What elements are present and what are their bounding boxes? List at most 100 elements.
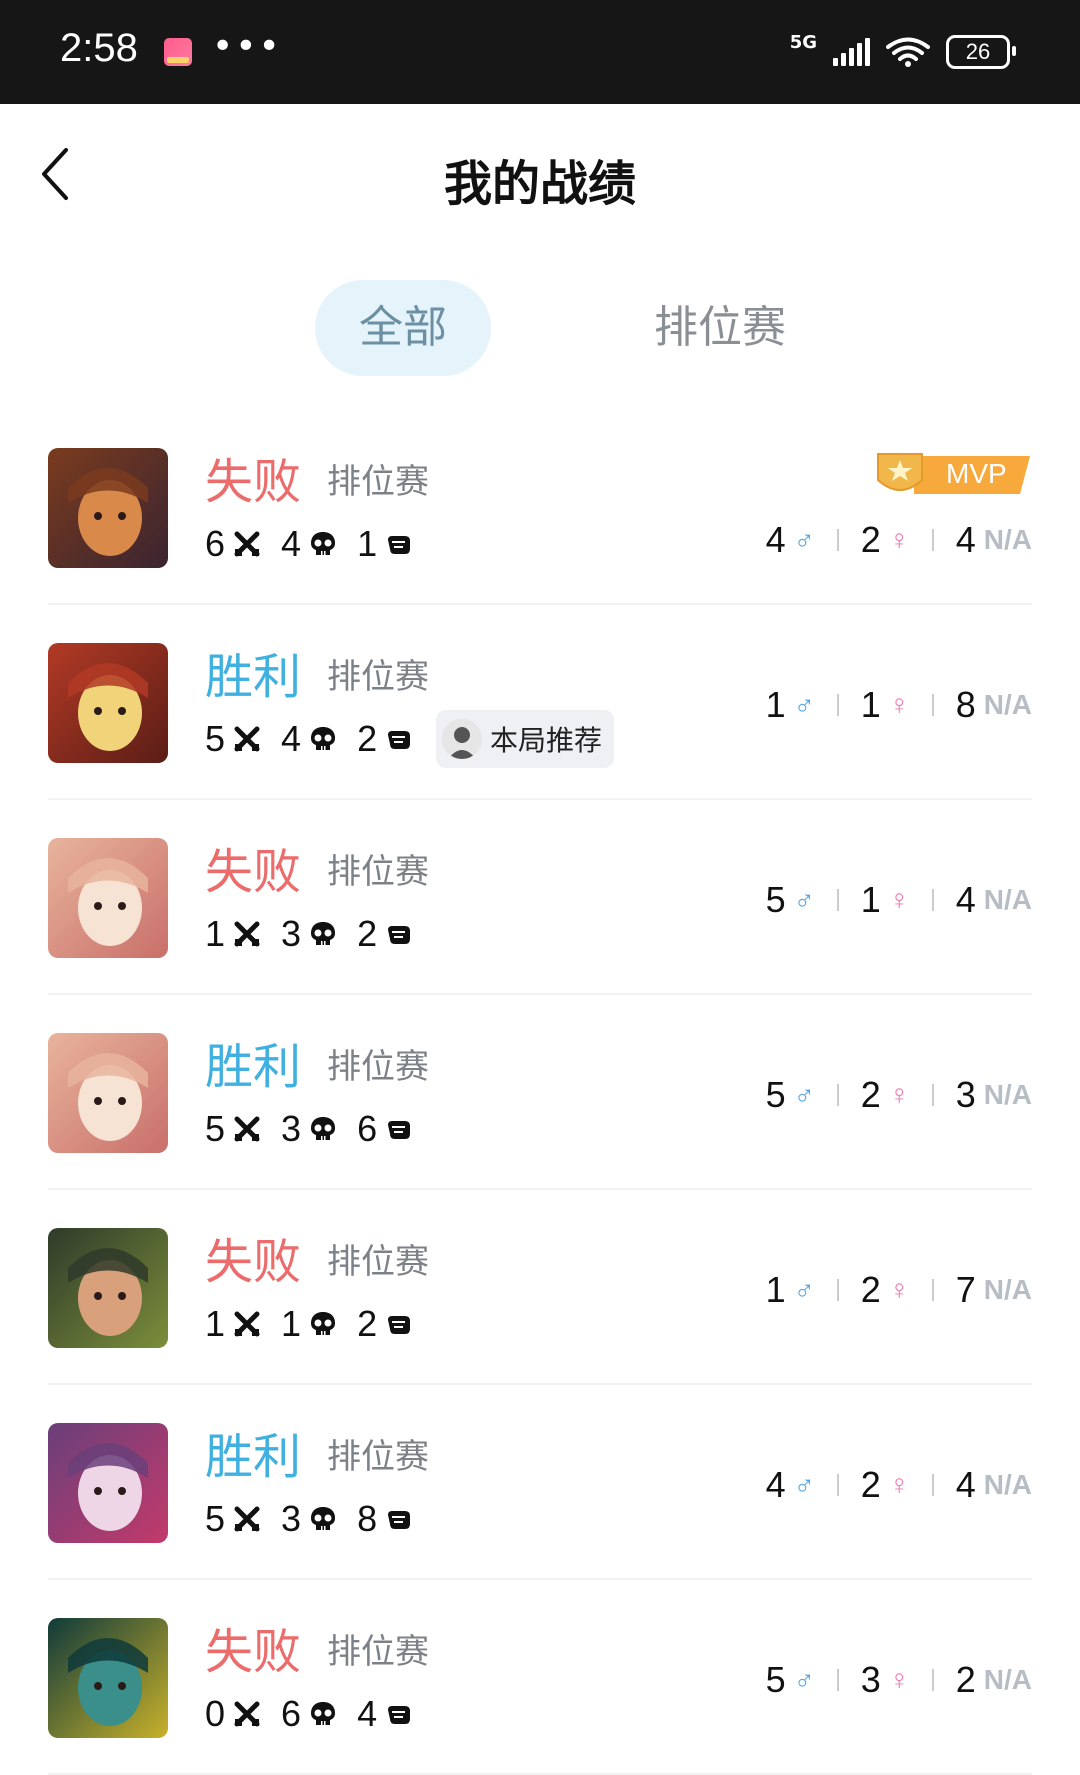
divider	[836, 1084, 839, 1106]
match-mode: 排位赛	[327, 657, 429, 697]
kills-value: 0	[205, 1693, 226, 1734]
divider	[836, 1669, 839, 1691]
na-label: N/A	[983, 1274, 1032, 1305]
divider	[931, 1474, 934, 1496]
recommend-badge[interactable]: 本局推荐	[436, 710, 615, 768]
male-icon: ♂	[793, 524, 815, 555]
skull-icon	[309, 530, 337, 558]
hero-avatar	[48, 643, 168, 763]
skull-icon	[309, 725, 337, 753]
sword-cross-icon	[233, 920, 261, 948]
female-icon: ♀	[888, 1664, 910, 1695]
sword-cross-icon	[233, 725, 261, 753]
tab-ranked[interactable]: 排位赛	[640, 280, 800, 376]
team-stats: 5 ♂ 3 ♀ 2 N/A	[766, 1658, 1032, 1702]
match-row[interactable]: 失败 排位赛 1 3 2 5 ♂ 1 ♀ 4 N/A	[48, 800, 1032, 995]
skull-icon	[309, 1115, 337, 1143]
bilibili-app-icon	[164, 38, 192, 66]
match-row[interactable]: 胜利 排位赛 5 3 6 5 ♂ 2 ♀ 3 N/A	[48, 995, 1032, 1190]
divider	[836, 529, 839, 551]
match-row[interactable]: 失败 排位赛 1 1 2 1 ♂ 2 ♀ 7 N/A	[48, 1190, 1032, 1385]
kills-value: 5	[205, 1498, 226, 1539]
deaths-value: 4	[281, 523, 302, 564]
na-count: 3	[955, 1074, 976, 1115]
sword-cross-icon	[233, 1310, 261, 1338]
team-stats: 5 ♂ 1 ♀ 4 N/A	[766, 878, 1032, 922]
fist-icon	[385, 725, 413, 753]
match-list: 失败 排位赛 6 4 1 4 ♂ 2 ♀ 4 N/A MVP 胜利 排位赛 5 …	[48, 410, 1032, 1775]
match-row[interactable]: 胜利 排位赛 5 4 2 1 ♂ 1 ♀ 8 N/A 本局推荐	[48, 605, 1032, 800]
fist-icon	[385, 920, 413, 948]
match-mode: 排位赛	[327, 1047, 429, 1087]
deaths-value: 6	[281, 1693, 302, 1734]
male-count: 5	[765, 1074, 786, 1115]
male-icon: ♂	[793, 1469, 815, 1500]
match-mode: 排位赛	[327, 1632, 429, 1672]
deaths-value: 1	[281, 1303, 302, 1344]
status-time: 2:58	[60, 26, 138, 70]
deaths-value: 3	[281, 1498, 302, 1539]
assists-value: 4	[357, 1693, 378, 1734]
recommend-label: 本局推荐	[490, 724, 603, 757]
team-stats: 4 ♂ 2 ♀ 4 N/A	[766, 1463, 1032, 1507]
match-result: 胜利	[205, 1039, 302, 1095]
signal-icon	[833, 38, 870, 66]
female-icon: ♀	[888, 884, 910, 915]
hero-avatar	[48, 1033, 168, 1153]
tab-all[interactable]: 全部	[315, 280, 491, 376]
wifi-icon	[886, 37, 930, 67]
female-icon: ♀	[888, 524, 910, 555]
kills-value: 5	[205, 718, 226, 759]
kda-stats: 1 1 2	[205, 1302, 433, 1346]
team-stats: 4 ♂ 2 ♀ 4 N/A	[766, 518, 1032, 562]
male-count: 5	[765, 879, 786, 920]
divider	[931, 1084, 934, 1106]
skull-icon	[309, 1505, 337, 1533]
female-count: 3	[860, 1659, 881, 1700]
kills-value: 1	[205, 1303, 226, 1344]
filter-tabs: 全部 排位赛	[0, 280, 1080, 376]
skull-icon	[309, 1310, 337, 1338]
battery-icon: 26	[946, 35, 1016, 69]
match-result: 胜利	[205, 649, 302, 705]
team-stats: 1 ♂ 2 ♀ 7 N/A	[766, 1268, 1032, 1312]
match-row[interactable]: 胜利 排位赛 5 3 8 4 ♂ 2 ♀ 4 N/A	[48, 1385, 1032, 1580]
sword-cross-icon	[233, 1505, 261, 1533]
na-label: N/A	[983, 1469, 1032, 1500]
female-count: 1	[860, 684, 881, 725]
kills-value: 1	[205, 913, 226, 954]
more-notifications-icon: •••	[212, 26, 282, 67]
male-count: 4	[765, 1464, 786, 1505]
match-mode: 排位赛	[327, 462, 429, 502]
na-count: 7	[955, 1269, 976, 1310]
hero-avatar	[48, 1228, 168, 1348]
kda-stats: 6 4 1	[205, 522, 433, 566]
deaths-value: 3	[281, 913, 302, 954]
header: 我的战绩	[0, 104, 1080, 244]
na-count: 2	[955, 1659, 976, 1700]
team-stats: 5 ♂ 2 ♀ 3 N/A	[766, 1073, 1032, 1117]
kda-stats: 5 3 8	[205, 1497, 433, 1541]
hero-avatar	[48, 1618, 168, 1738]
match-mode: 排位赛	[327, 1242, 429, 1282]
match-mode: 排位赛	[327, 1437, 429, 1477]
fist-icon	[385, 1505, 413, 1533]
na-label: N/A	[983, 1079, 1032, 1110]
fist-icon	[385, 530, 413, 558]
assists-value: 2	[357, 718, 378, 759]
fist-icon	[385, 1115, 413, 1143]
battery-level: 26	[965, 39, 991, 64]
divider	[836, 889, 839, 911]
male-count: 5	[765, 1659, 786, 1700]
fist-icon	[385, 1700, 413, 1728]
sword-cross-icon	[233, 530, 261, 558]
skull-icon	[309, 1700, 337, 1728]
female-count: 1	[860, 879, 881, 920]
assists-value: 2	[357, 1303, 378, 1344]
match-row[interactable]: 失败 排位赛 0 6 4 5 ♂ 3 ♀ 2 N/A	[48, 1580, 1032, 1775]
divider	[931, 889, 934, 911]
recommend-avatar	[442, 719, 482, 759]
status-indicators: 5G 26	[789, 30, 1016, 74]
network-type: 5G	[789, 31, 817, 53]
match-row[interactable]: 失败 排位赛 6 4 1 4 ♂ 2 ♀ 4 N/A MVP	[48, 410, 1032, 605]
